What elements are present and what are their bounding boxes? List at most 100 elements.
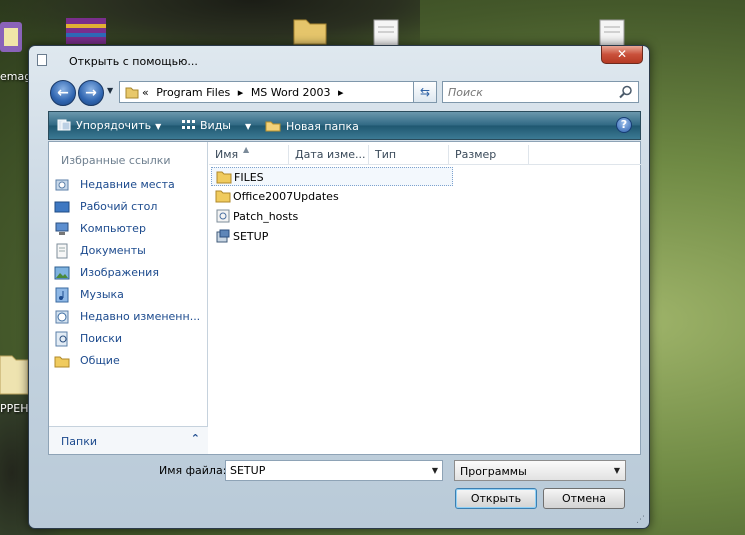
- fav-link-label: Недавно измененн...: [80, 310, 200, 323]
- views-icon: [182, 120, 195, 129]
- column-header-label: Тип: [375, 148, 397, 161]
- breadcrumb: « Program Files ▸ MS Word 2003 ▸: [142, 86, 348, 99]
- views-button[interactable]: Виды ▼: [181, 119, 251, 132]
- fav-link-desktop[interactable]: Рабочий стол: [54, 197, 206, 217]
- folder-icon: [216, 171, 232, 184]
- organize-dropdown-icon: ▼: [155, 122, 162, 131]
- address-bar[interactable]: « Program Files ▸ MS Word 2003 ▸ ▼: [119, 81, 437, 103]
- breadcrumb-separator[interactable]: ▸: [238, 86, 244, 99]
- recent-pages-dropdown[interactable]: ▼: [107, 86, 113, 95]
- content-area: Избранные ссылки Недавние места Рабочий …: [48, 141, 641, 455]
- filetype-value: Программы: [460, 465, 527, 478]
- chevron-down-icon[interactable]: ▼: [432, 466, 438, 475]
- file-name: Office2007Updates: [233, 190, 339, 203]
- new-folder-icon: [265, 121, 281, 132]
- forward-button[interactable]: →: [78, 80, 104, 106]
- title-bar[interactable]: Открыть с помощью... ✕: [29, 46, 649, 74]
- cancel-button[interactable]: Отмена: [543, 488, 625, 509]
- open-button[interactable]: Открыть: [455, 488, 537, 509]
- public-icon: [54, 356, 70, 368]
- column-header-size[interactable]: Размер: [449, 145, 529, 165]
- column-header-label: Дата изме...: [295, 148, 366, 161]
- fav-link-recently-changed[interactable]: Недавно измененн...: [54, 307, 206, 327]
- fav-link-recent-places[interactable]: Недавние места: [54, 175, 206, 195]
- file-name: FILES: [234, 171, 264, 184]
- back-arrow-icon: ←: [57, 85, 69, 101]
- document-icon: [37, 54, 47, 66]
- chevron-down-icon: ▼: [613, 466, 620, 475]
- winrar-archive-icon[interactable]: [62, 16, 110, 46]
- help-icon[interactable]: ?: [616, 117, 632, 133]
- filename-combobox[interactable]: ▼: [225, 460, 443, 481]
- window-title: Открыть с помощью...: [69, 55, 198, 68]
- file-list-pane: ▲ Имя Дата изме... Тип Размер FILES Offi…: [209, 142, 641, 454]
- folders-label: Папки: [61, 435, 97, 448]
- refresh-button[interactable]: ⇆: [413, 81, 437, 103]
- file-name: Patch_hosts: [233, 210, 299, 223]
- resize-grip-icon[interactable]: ⋰: [636, 515, 645, 525]
- search-icon[interactable]: [619, 85, 633, 99]
- fav-link-searches[interactable]: Поиски: [54, 329, 206, 349]
- fav-link-label: Поиски: [80, 332, 122, 345]
- fav-link-music[interactable]: Музыка: [54, 285, 206, 305]
- searches-icon: [55, 331, 68, 347]
- document-desktop-icon[interactable]: [370, 18, 402, 46]
- organize-label: Упорядочить: [76, 119, 152, 132]
- fav-link-public[interactable]: Общие: [54, 351, 206, 371]
- column-header-type[interactable]: Тип: [369, 145, 449, 165]
- filetype-select[interactable]: Программы ▼: [454, 460, 626, 481]
- desktop-icon-label-lower[interactable]: РРЕН: [0, 402, 29, 415]
- organize-icon: [57, 119, 71, 131]
- column-header-date[interactable]: Дата изме...: [289, 145, 369, 165]
- recent-places-icon: [55, 179, 69, 191]
- fav-link-documents[interactable]: Документы: [54, 241, 206, 261]
- fav-link-pictures[interactable]: Изображения: [54, 263, 206, 283]
- new-folder-button[interactable]: Новая папка: [265, 119, 359, 133]
- search-input[interactable]: [443, 82, 613, 102]
- forward-arrow-icon: →: [85, 85, 97, 101]
- breadcrumb-program-files[interactable]: Program Files: [156, 86, 230, 99]
- folder-desktop-icon[interactable]: [292, 14, 328, 46]
- pictures-icon: [54, 266, 70, 280]
- open-with-dialog: Открыть с помощью... ✕ ← → ▼ « Program F…: [28, 45, 650, 529]
- fav-link-label: Музыка: [80, 288, 124, 301]
- fav-link-computer[interactable]: Компьютер: [54, 219, 206, 239]
- file-row-office2007updates[interactable]: Office2007Updates: [211, 187, 453, 206]
- fav-link-label: Компьютер: [80, 222, 146, 235]
- command-toolbar: Упорядочить ▼ Виды ▼ Новая папка ?: [48, 111, 641, 140]
- sort-ascending-icon: ▲: [243, 145, 250, 154]
- breadcrumb-ms-word-2003[interactable]: MS Word 2003: [251, 86, 331, 99]
- new-folder-label: Новая папка: [286, 120, 359, 133]
- views-label: Виды: [200, 119, 231, 132]
- recently-changed-icon: [55, 310, 69, 324]
- navigation-pane: Избранные ссылки Недавние места Рабочий …: [49, 142, 208, 454]
- file-row-setup[interactable]: SETUP: [211, 227, 453, 246]
- column-header-label: Размер: [455, 148, 497, 161]
- fav-link-label: Изображения: [80, 266, 159, 279]
- breadcrumb-separator-2[interactable]: ▸: [338, 86, 344, 99]
- file-row-patch-hosts[interactable]: Patch_hosts: [211, 207, 453, 226]
- column-headers: ▲ Имя Дата изме... Тип Размер: [209, 145, 641, 165]
- file-name: SETUP: [233, 230, 269, 243]
- desktop-icon: [54, 201, 70, 213]
- breadcrumb-overflow[interactable]: «: [142, 86, 149, 99]
- search-box[interactable]: [442, 81, 639, 103]
- back-button[interactable]: ←: [50, 80, 76, 106]
- folders-toggle[interactable]: Папки ⌃: [49, 426, 208, 454]
- fav-link-label: Общие: [80, 354, 120, 367]
- folder-desktop-icon-lower[interactable]: [0, 350, 28, 396]
- favorite-links-title: Избранные ссылки: [61, 154, 171, 167]
- folder-icon: [125, 87, 139, 99]
- document-desktop-icon-2[interactable]: [596, 18, 628, 46]
- column-header-name[interactable]: ▲ Имя: [209, 145, 289, 165]
- desktop-icon-label[interactable]: emag: [0, 70, 31, 83]
- file-row-files[interactable]: FILES: [211, 167, 453, 186]
- desktop-app-icon[interactable]: [0, 18, 28, 58]
- computer-icon: [55, 222, 69, 235]
- filename-label: Имя файла:: [159, 464, 227, 477]
- organize-button[interactable]: Упорядочить ▼: [57, 119, 161, 132]
- close-button[interactable]: ✕: [601, 46, 643, 64]
- chevron-up-icon[interactable]: ⌃: [191, 432, 200, 445]
- filename-input[interactable]: [226, 461, 416, 480]
- views-dropdown-icon: ▼: [245, 122, 252, 131]
